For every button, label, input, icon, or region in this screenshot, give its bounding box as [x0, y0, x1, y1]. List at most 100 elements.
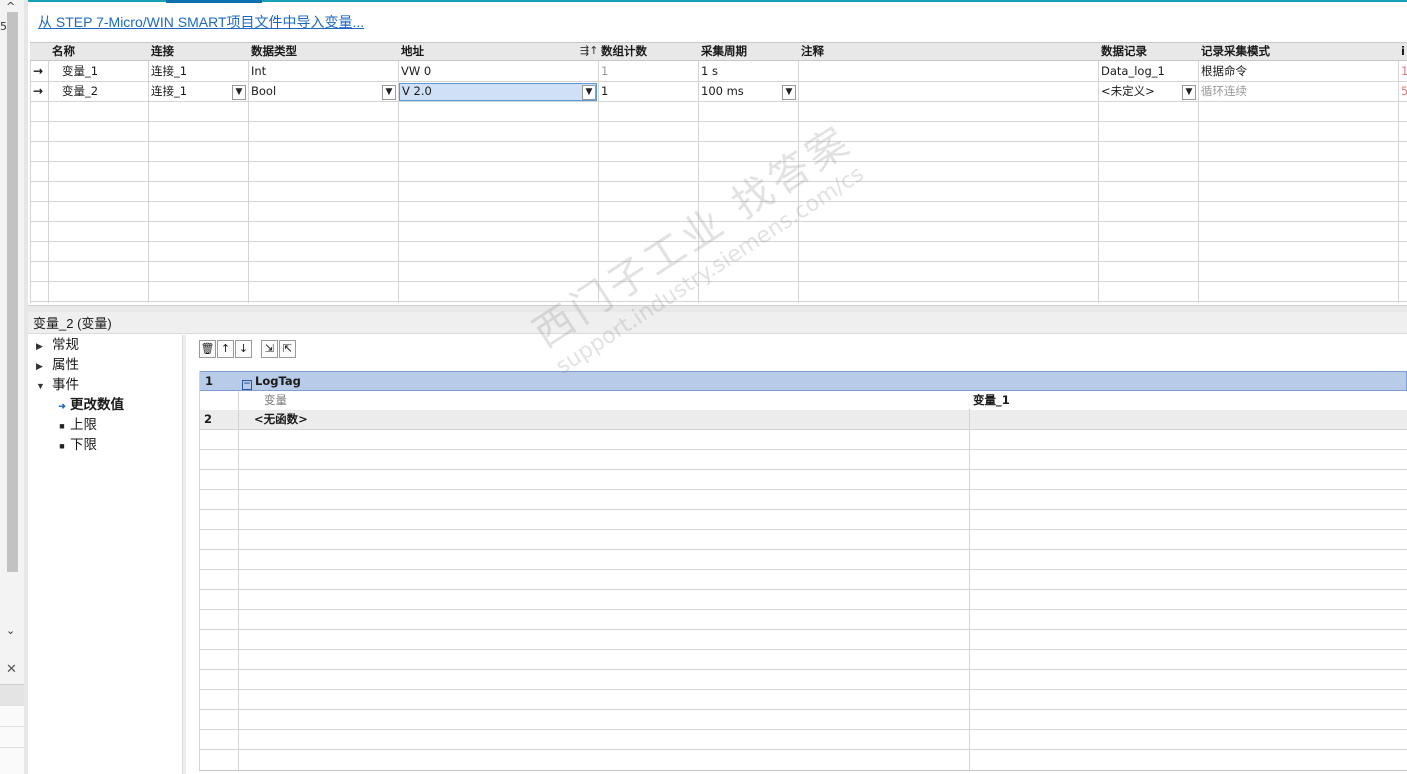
- table-row-empty[interactable]: [30, 202, 1407, 222]
- function-row-empty[interactable]: [199, 550, 1407, 570]
- function-row-empty[interactable]: [199, 690, 1407, 710]
- panel-splitter[interactable]: [28, 305, 1407, 312]
- table-row-empty[interactable]: [30, 242, 1407, 262]
- function-row-empty[interactable]: [199, 450, 1407, 470]
- function-row-empty[interactable]: [199, 630, 1407, 650]
- function-row-empty[interactable]: [199, 590, 1407, 610]
- column-divider: [798, 61, 799, 303]
- collapse-icon[interactable]: −: [242, 380, 252, 390]
- list-item[interactable]: [0, 685, 24, 706]
- collapse-all-icon[interactable]: ⇲: [261, 340, 278, 358]
- cell-array-count[interactable]: 1: [598, 82, 608, 102]
- table-row-empty[interactable]: [30, 142, 1407, 162]
- cell-address-selected[interactable]: V 2.0: [399, 83, 597, 101]
- chevron-down-icon[interactable]: ▼: [782, 85, 796, 100]
- table-row[interactable]: → 变量_2 连接_1 ▼ Bool ▼ V 2.0 ▼ 1 100 ms ▼ …: [30, 82, 1407, 102]
- chevron-down-icon[interactable]: ▼: [582, 85, 596, 100]
- col-header-datatype[interactable]: 数据类型: [249, 43, 297, 61]
- scrollbar-thumb[interactable]: [7, 12, 18, 572]
- cell-datatype[interactable]: Bool: [248, 82, 276, 102]
- column-divider: [698, 61, 699, 303]
- cell-cycle[interactable]: 100 ms: [698, 82, 744, 102]
- table-row-empty[interactable]: [30, 162, 1407, 182]
- nav-splitter[interactable]: [182, 335, 186, 774]
- nav-item-value-change[interactable]: ➜ 更改数值: [54, 395, 124, 415]
- cell-connection[interactable]: 连接_1: [148, 82, 187, 102]
- table-row-empty[interactable]: [30, 262, 1407, 282]
- function-row-empty[interactable]: [199, 530, 1407, 550]
- chevron-down-icon[interactable]: ▼: [382, 85, 396, 100]
- col-header-log-mode[interactable]: 记录采集模式: [1199, 43, 1270, 61]
- properties-nav-tree: ▶ 常规 ▶ 属性 ▼ 事件 ➜ 更改数值 ■ 上限 ■ 下限: [30, 335, 180, 774]
- table-row-empty[interactable]: [30, 122, 1407, 142]
- chevron-down-icon[interactable]: ▼: [1182, 85, 1196, 100]
- col-header-data-log[interactable]: 数据记录: [1099, 43, 1147, 61]
- function-row-empty[interactable]: [199, 430, 1407, 450]
- expand-all-icon[interactable]: ⇱: [279, 340, 296, 358]
- function-name[interactable]: − LogTag: [239, 372, 301, 392]
- nav-label: 上限: [70, 417, 97, 432]
- cell-data-log[interactable]: Data_log_1: [1098, 62, 1165, 82]
- col-header-comment[interactable]: 注释: [799, 43, 824, 61]
- col-header-partial[interactable]: i: [1399, 43, 1405, 61]
- function-row-empty[interactable]: [199, 490, 1407, 510]
- list-item[interactable]: [0, 727, 24, 748]
- nav-item-general[interactable]: ▶ 常规: [36, 335, 79, 355]
- function-row-empty[interactable]: [199, 470, 1407, 490]
- cell-address[interactable]: VW 0: [398, 62, 431, 82]
- table-row[interactable]: → 变量_1 连接_1 Int VW 0 1 1 s Data_log_1 根据…: [30, 62, 1407, 82]
- nav-label: 属性: [52, 357, 79, 372]
- function-row-selected[interactable]: 1 − LogTag: [199, 371, 1407, 391]
- function-row-empty[interactable]: [199, 670, 1407, 690]
- function-row-empty[interactable]: [199, 710, 1407, 730]
- expand-icon[interactable]: ▶: [36, 356, 52, 376]
- function-row-empty[interactable]: [199, 730, 1407, 750]
- table-row-empty[interactable]: [30, 282, 1407, 302]
- table-row-empty[interactable]: [30, 222, 1407, 242]
- cell-array-count[interactable]: 1: [598, 62, 608, 82]
- column-divider: [148, 61, 149, 303]
- function-row[interactable]: 2 <无函数>: [199, 410, 1407, 430]
- col-header-address[interactable]: 地址: [399, 43, 424, 61]
- scroll-down-icon[interactable]: ⌄: [6, 624, 15, 637]
- close-icon[interactable]: ✕: [6, 662, 17, 677]
- cell-name[interactable]: 变量_1: [59, 62, 98, 82]
- column-divider: [1198, 61, 1199, 303]
- nav-item-events[interactable]: ▼ 事件: [36, 375, 79, 395]
- cell-log-mode[interactable]: 根据命令: [1198, 62, 1247, 82]
- nav-label: 事件: [52, 377, 79, 392]
- nav-item-properties[interactable]: ▶ 属性: [36, 355, 79, 375]
- list-item[interactable]: [0, 706, 24, 727]
- nav-item-upper-limit[interactable]: ■ 上限: [54, 415, 97, 435]
- sort-icon[interactable]: ⇶↑: [580, 44, 598, 57]
- move-up-icon[interactable]: ↑: [217, 340, 234, 358]
- col-header-cycle[interactable]: 采集周期: [699, 43, 747, 61]
- cell-datatype[interactable]: Int: [248, 62, 266, 82]
- param-value[interactable]: 变量_1: [970, 391, 1010, 411]
- function-name[interactable]: <无函数>: [251, 410, 308, 430]
- move-down-icon[interactable]: ↓: [235, 340, 252, 358]
- chevron-down-icon[interactable]: ▼: [232, 85, 246, 100]
- col-header-name[interactable]: 名称: [50, 43, 75, 61]
- collapse-icon[interactable]: ▼: [36, 376, 52, 396]
- function-row-empty[interactable]: [199, 570, 1407, 590]
- left-panel-strip: ^ 5 ⌄ ✕: [0, 0, 24, 774]
- function-row-empty[interactable]: [199, 650, 1407, 670]
- cell-data-log[interactable]: <未定义>: [1098, 82, 1155, 102]
- nav-item-lower-limit[interactable]: ■ 下限: [54, 435, 97, 455]
- splitter[interactable]: [24, 0, 28, 774]
- function-row-empty[interactable]: [199, 510, 1407, 530]
- cell-cycle[interactable]: 1 s: [698, 62, 718, 82]
- table-row-empty[interactable]: [30, 102, 1407, 122]
- cell-name[interactable]: 变量_2: [59, 82, 98, 102]
- delete-icon[interactable]: 🗑: [199, 340, 216, 358]
- col-header-array-count[interactable]: 数组计数: [599, 43, 647, 61]
- cell-connection[interactable]: 连接_1: [148, 62, 187, 82]
- function-row-empty[interactable]: [199, 610, 1407, 630]
- col-header-connection[interactable]: 连接: [149, 43, 174, 61]
- import-variables-link[interactable]: 从 STEP 7-Micro/WIN SMART项目文件中导入变量...: [38, 12, 364, 32]
- expand-icon[interactable]: ▶: [36, 336, 52, 356]
- function-param-row[interactable]: 变量 变量_1: [199, 391, 1407, 411]
- cell-log-mode[interactable]: 循环连续: [1198, 82, 1247, 102]
- table-row-empty[interactable]: [30, 182, 1407, 202]
